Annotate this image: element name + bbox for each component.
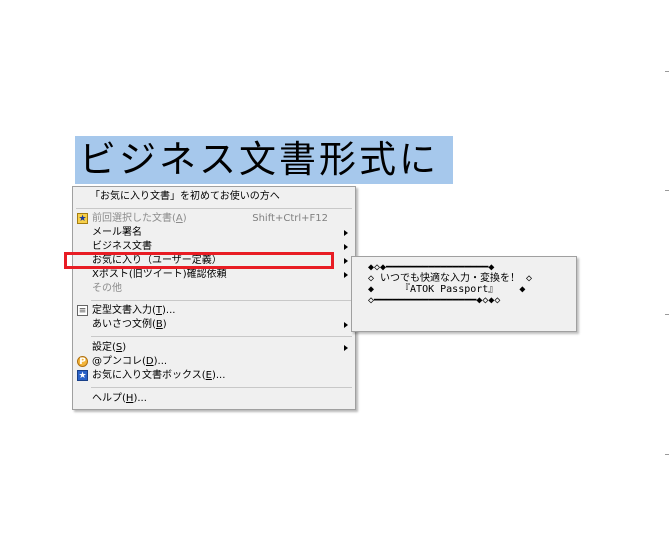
access-key: A xyxy=(175,213,183,224)
submenu-arrow-icon xyxy=(344,322,348,328)
access-key: T xyxy=(155,305,163,316)
menu-separator xyxy=(91,300,352,301)
menu-item-mail-signature[interactable]: メール署名 xyxy=(74,226,354,240)
page-edge-mark xyxy=(665,314,669,315)
menu-item-recent-document[interactable]: ★ 前回選択した文書(A) Shift+Ctrl+F12 xyxy=(74,212,354,226)
signature-line: ◆ 『ATOK Passport』 ◆ xyxy=(368,284,526,295)
shortcut-text: Shift+Ctrl+F12 xyxy=(252,213,328,224)
access-key: B xyxy=(155,319,163,330)
access-key: S xyxy=(115,342,123,353)
menu-item-label: メール署名 xyxy=(92,227,142,238)
access-key: D xyxy=(145,356,154,367)
signature-line: ◆◇◆━━━━━━━━━━━━━━━━━◆ xyxy=(368,262,495,273)
menu-item-x-post-confirmation[interactable]: Xポスト(旧ツイート)確認依頼 xyxy=(74,268,354,282)
document-heading-text: ビジネス文書形式に xyxy=(75,136,453,184)
recent-doc-icon: ★ xyxy=(77,213,88,224)
menu-item-other[interactable]: その他 xyxy=(74,282,354,296)
access-key: H xyxy=(125,393,134,404)
submenu-arrow-icon xyxy=(344,230,348,236)
favorites-context-menu: 「お気に入り文書」を初めてお使いの方へ ★ 前回選択した文書(A) Shift+… xyxy=(72,186,356,410)
page-edge-mark xyxy=(665,190,669,191)
signature-line: ◇━━━━━━━━━━━━━━━━━◆◇◆◇ xyxy=(368,295,501,306)
highlight-annotation-box xyxy=(64,252,334,269)
menu-item-label: 「お気に入り文書」を初めてお使いの方へ xyxy=(90,191,280,202)
menu-item-label: ヘルプ xyxy=(92,393,122,404)
template-doc-icon: ≡ xyxy=(77,305,88,316)
signature-line: ◇ いつでも快適な入力・変換を！ ◇ xyxy=(368,273,533,284)
submenu-arrow-icon xyxy=(344,258,348,264)
submenu-arrow-icon xyxy=(344,345,348,351)
menu-item-first-time-guide[interactable]: 「お気に入り文書」を初めてお使いの方へ xyxy=(74,190,354,204)
menu-item-label: 設定 xyxy=(92,342,112,353)
menu-item-label: お気に入り文書ボックス xyxy=(92,370,202,381)
menu-separator xyxy=(91,336,352,337)
access-key: E xyxy=(205,370,212,381)
submenu-arrow-icon xyxy=(344,272,348,278)
menu-item-label: あいさつ文例 xyxy=(92,319,152,330)
favorites-box-icon: ★ xyxy=(77,370,88,381)
menu-item-settings[interactable]: 設定(S) xyxy=(74,341,354,355)
menu-item-greeting-examples[interactable]: あいさつ文例(B) xyxy=(74,318,354,332)
menu-item-favorites-box[interactable]: ★ お気に入り文書ボックス(E)... xyxy=(74,369,354,383)
menu-item-label: Xポスト(旧ツイート)確認依頼 xyxy=(92,269,227,280)
menu-separator xyxy=(76,208,352,209)
menu-item-template-input[interactable]: ≡ 定型文書入力(T)... xyxy=(74,304,354,318)
page-edge-mark xyxy=(665,71,669,72)
menu-item-punkore[interactable]: P @プンコレ(D)... xyxy=(74,355,354,369)
page-edge-mark xyxy=(665,454,669,455)
menu-item-label: @プンコレ xyxy=(92,356,142,367)
menu-item-label: 前回選択した文書 xyxy=(92,213,172,224)
menu-item-label: 定型文書入力 xyxy=(92,305,152,316)
punkore-icon: P xyxy=(77,356,88,367)
submenu-arrow-icon xyxy=(344,244,348,250)
menu-item-help[interactable]: ヘルプ(H)... xyxy=(74,392,354,406)
menu-separator xyxy=(91,387,352,388)
menu-item-label: その他 xyxy=(92,283,122,294)
signature-preview-item[interactable]: ◆◇◆━━━━━━━━━━━━━━━━━◆ ◇ いつでも快適な入力・変換を！ ◇… xyxy=(368,261,548,307)
